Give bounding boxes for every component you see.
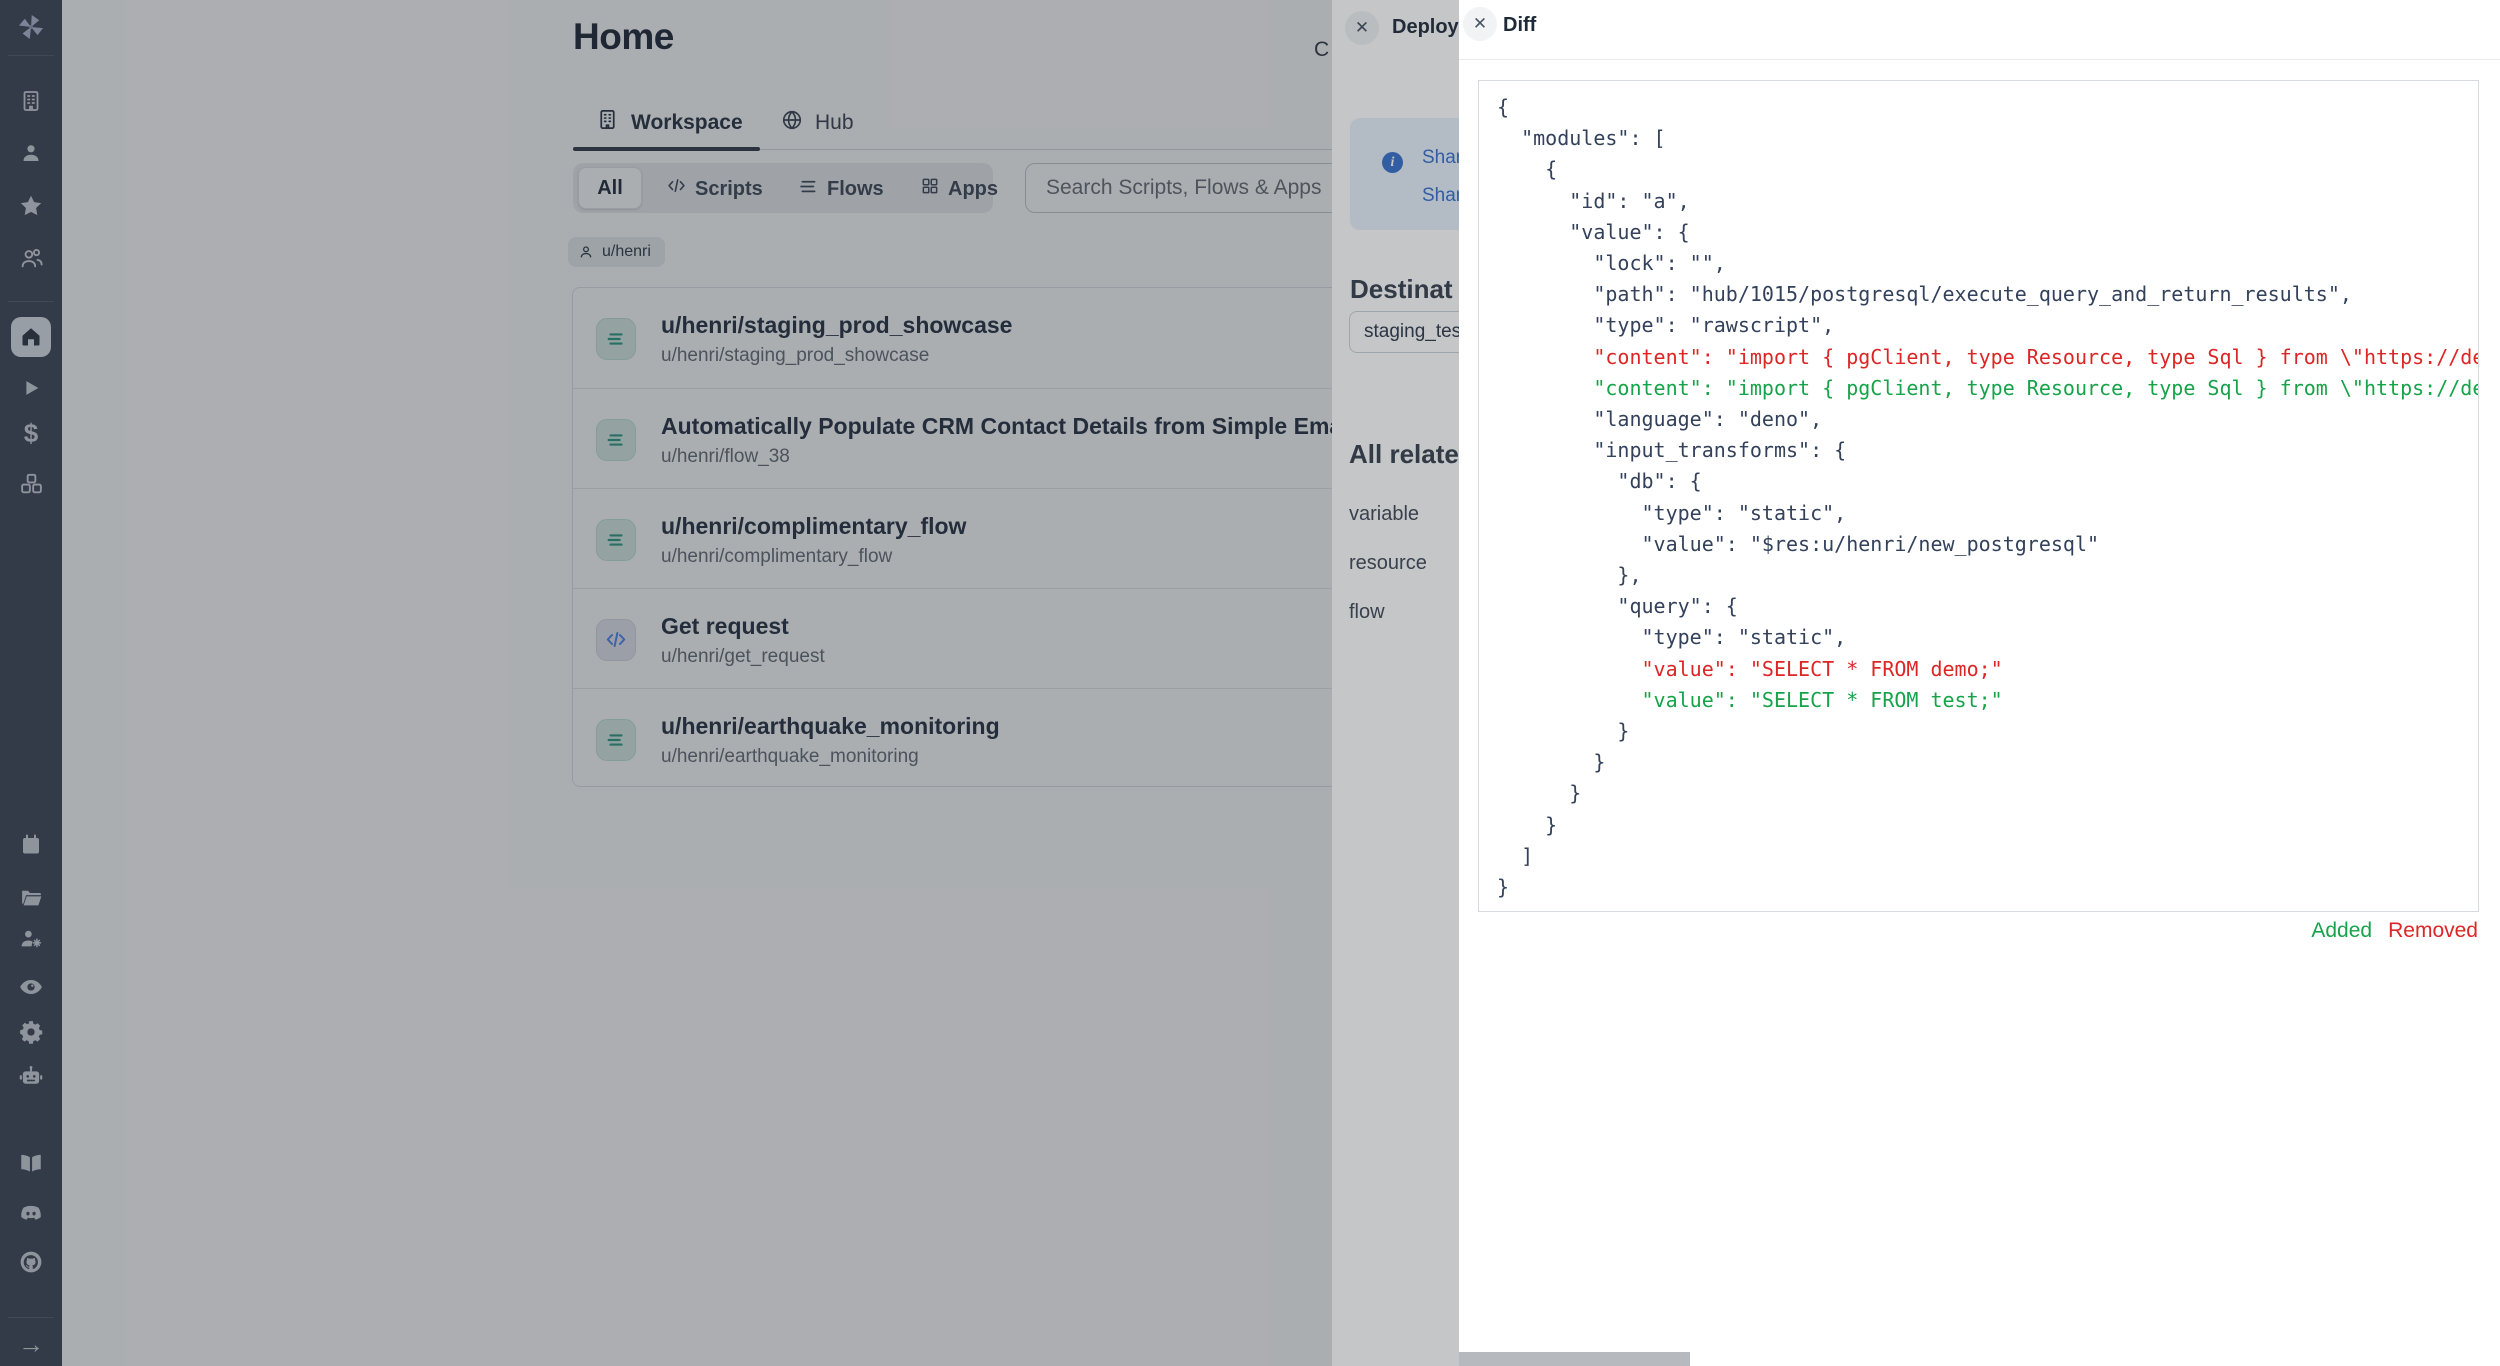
diff-line: "input_transforms": { bbox=[1497, 435, 2478, 466]
diff-line: "modules": [ bbox=[1497, 123, 2478, 154]
diff-line: "path": "hub/1015/postgresql/execute_que… bbox=[1497, 279, 2478, 310]
legend-removed: Removed bbox=[2388, 919, 2478, 943]
diff-line: { bbox=[1497, 154, 2478, 185]
diff-line-added: "content": "import { pgClient, type Reso… bbox=[1497, 373, 2478, 404]
diff-line-removed: "value": "SELECT * FROM demo;" bbox=[1497, 654, 2478, 685]
diff-line: } bbox=[1497, 716, 2478, 747]
diff-drawer: ✕ Diff { "modules": [ { "id": "a", "valu… bbox=[1459, 0, 2500, 1366]
diff-line: } bbox=[1497, 872, 2478, 903]
diff-line: ] bbox=[1497, 841, 2478, 872]
horizontal-scrollbar[interactable] bbox=[1459, 1352, 1690, 1366]
diff-code-viewer[interactable]: { "modules": [ { "id": "a", "value": { "… bbox=[1478, 80, 2479, 912]
diff-line: "value": { bbox=[1497, 217, 2478, 248]
diff-line: "query": { bbox=[1497, 591, 2478, 622]
diff-line: "type": "rawscript", bbox=[1497, 310, 2478, 341]
diff-line: "id": "a", bbox=[1497, 186, 2478, 217]
diff-legend: Added Removed bbox=[2311, 919, 2478, 943]
diff-line: }, bbox=[1497, 560, 2478, 591]
diff-line: } bbox=[1497, 747, 2478, 778]
diff-line: "language": "deno", bbox=[1497, 404, 2478, 435]
diff-line: "type": "static", bbox=[1497, 622, 2478, 653]
diff-drawer-title: Diff bbox=[1503, 14, 1536, 37]
diff-line: { bbox=[1497, 92, 2478, 123]
diff-line-added: "value": "SELECT * FROM test;" bbox=[1497, 685, 2478, 716]
diff-line: } bbox=[1497, 778, 2478, 809]
diff-line: "lock": "", bbox=[1497, 248, 2478, 279]
legend-added: Added bbox=[2311, 919, 2372, 943]
diff-line: } bbox=[1497, 810, 2478, 841]
diff-line-removed: "content": "import { pgClient, type Reso… bbox=[1497, 342, 2478, 373]
diff-line: "db": { bbox=[1497, 466, 2478, 497]
close-icon[interactable]: ✕ bbox=[1463, 7, 1497, 41]
diff-line: "type": "static", bbox=[1497, 498, 2478, 529]
diff-line: "value": "$res:u/henri/new_postgresql" bbox=[1497, 529, 2478, 560]
header-divider bbox=[1459, 59, 2500, 60]
